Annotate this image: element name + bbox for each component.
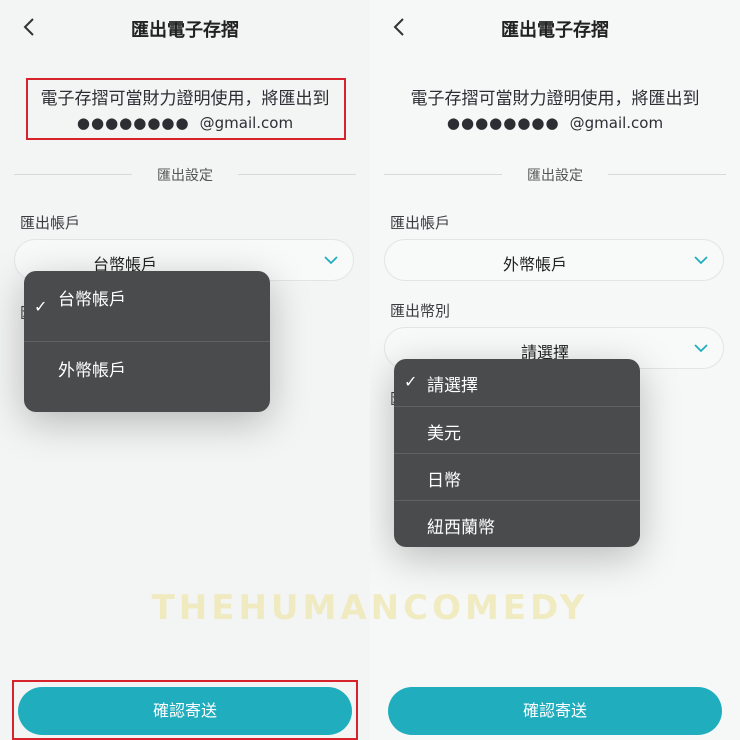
dropdown-option-foreign[interactable]: 外幣帳戶	[24, 342, 270, 412]
checkmark-icon: ✓	[34, 297, 48, 316]
account-label: 匯出帳戶	[20, 214, 81, 232]
dropdown-option-please-select[interactable]: ✓ 請選擇	[394, 359, 640, 406]
account-value: 外幣帳戶	[502, 255, 567, 274]
masked-email: ●●●●●●●●	[446, 114, 560, 132]
notice-text: 電子存摺可當財力證明使用，將匯出到	[410, 89, 700, 109]
section-divider: 匯出設定	[14, 163, 356, 185]
currency-label: 匯出幣別	[390, 302, 451, 320]
section-divider: 匯出設定	[384, 163, 726, 185]
account-dropdown-menu: ✓ 台幣帳戶 外幣帳戶	[24, 271, 270, 412]
confirm-send-button[interactable]: 確認寄送	[388, 687, 722, 735]
highlight-box-notice	[26, 78, 346, 140]
option-label: 台幣帳戶	[58, 290, 126, 310]
dropdown-option-nzd[interactable]: 紐西蘭幣	[394, 501, 640, 547]
notice-email: ●●●●●●●● @gmail.com	[370, 114, 740, 132]
chevron-down-icon	[694, 344, 708, 353]
chevron-down-icon	[324, 256, 338, 265]
account-label: 匯出帳戶	[390, 214, 451, 232]
option-label: 請選擇	[427, 376, 478, 396]
option-label: 美元	[427, 424, 461, 444]
chevron-down-icon	[694, 256, 708, 265]
page-title: 匯出電子存摺	[501, 20, 609, 41]
dropdown-option-usd[interactable]: 美元	[394, 407, 640, 453]
page-title: 匯出電子存摺	[131, 20, 239, 41]
option-label: 外幣帳戶	[58, 361, 126, 381]
dropdown-option-twd[interactable]: ✓ 台幣帳戶	[24, 271, 270, 341]
dropdown-option-jpy[interactable]: 日幣	[394, 454, 640, 500]
option-label: 日幣	[427, 471, 461, 491]
email-domain: @gmail.com	[569, 114, 664, 132]
right-screen: 匯出電子存摺 電子存摺可當財力證明使用，將匯出到 ●●●●●●●● @gmail.…	[370, 0, 740, 740]
highlight-box-button	[12, 680, 358, 740]
checkmark-icon: ✓	[404, 372, 418, 391]
header: 匯出電子存摺	[0, 0, 370, 58]
account-select[interactable]: 外幣帳戶	[384, 239, 724, 281]
section-title: 匯出設定	[527, 168, 583, 184]
option-label: 紐西蘭幣	[427, 518, 495, 538]
currency-dropdown-menu: ✓ 請選擇 美元 日幣 紐西蘭幣	[394, 359, 640, 547]
section-title: 匯出設定	[157, 168, 213, 184]
left-screen: 匯出電子存摺 電子存摺可當財力證明使用，將匯出到 ●●●●●●●● @gmail.…	[0, 0, 370, 740]
header: 匯出電子存摺	[370, 0, 740, 58]
